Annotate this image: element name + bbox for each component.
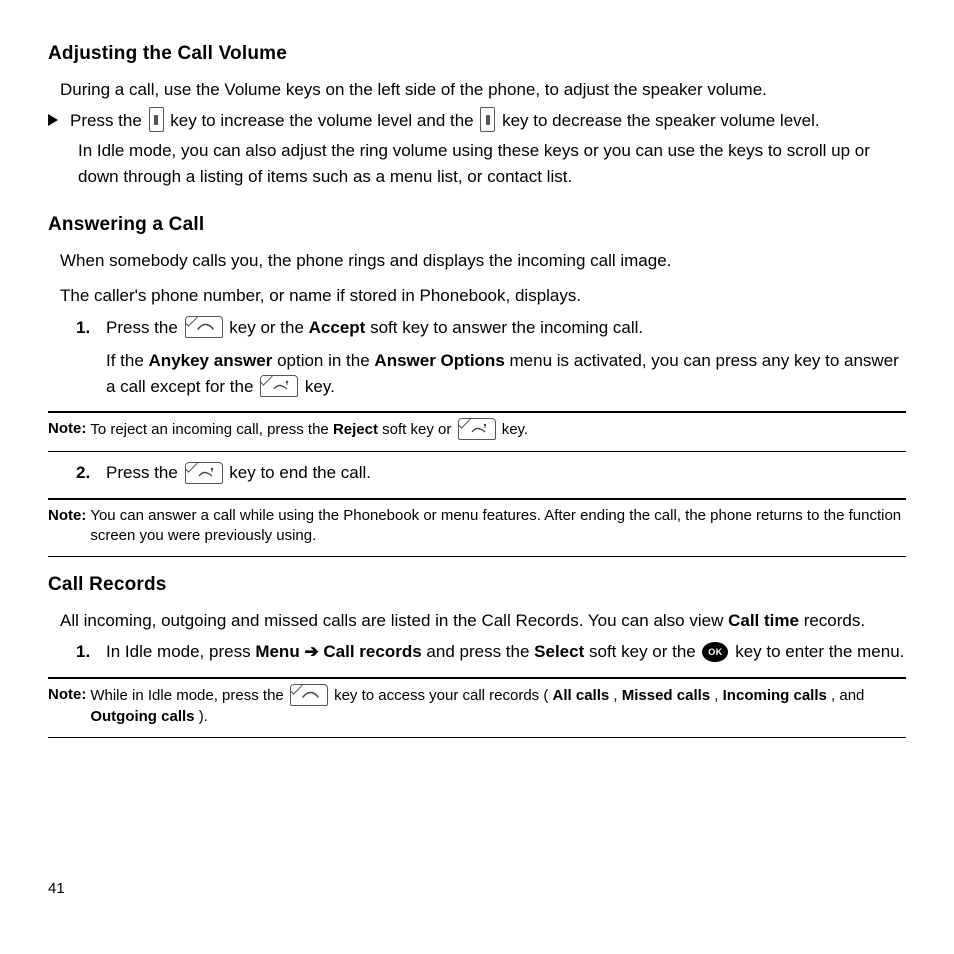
text: records. <box>804 611 865 630</box>
text: To reject an incoming call, press the <box>90 421 333 438</box>
bold-text: Menu <box>255 642 299 661</box>
bold-text: Anykey answer <box>149 351 273 370</box>
text: Press the <box>106 318 183 337</box>
arrow-glyph: ➔ <box>304 642 323 661</box>
note-block: Note: You can answer a call while using … <box>48 506 906 547</box>
note-body: You can answer a call while using the Ph… <box>90 506 906 547</box>
text: , <box>714 686 722 703</box>
bold-text: Missed calls <box>622 686 710 703</box>
body-text: During a call, use the Volume keys on th… <box>60 77 906 103</box>
step-item: 2. Press the key to end the call. <box>76 460 906 486</box>
text: soft key or the <box>589 642 701 661</box>
text: key to access your call records ( <box>334 686 548 703</box>
text: key to end the call. <box>229 463 371 482</box>
text: key to decrease the speaker volume level… <box>502 111 820 130</box>
divider <box>48 498 906 500</box>
step-item: 1. Press the key or the Accept soft key … <box>76 315 906 341</box>
body-text: Press the key to increase the volume lev… <box>70 108 820 134</box>
text: key to increase the volume level and the <box>170 111 478 130</box>
text: In Idle mode, press <box>106 642 255 661</box>
step-item: 1. In Idle mode, press Menu ➔ Call recor… <box>76 639 906 665</box>
step-number: 2. <box>76 460 106 486</box>
body-text: In Idle mode, you can also adjust the ri… <box>78 138 906 189</box>
text: key. <box>305 377 335 396</box>
select-softkey-label: Select <box>534 642 584 661</box>
ok-key-icon: OK <box>702 642 728 662</box>
send-key-icon <box>185 316 223 338</box>
reject-softkey-label: Reject <box>333 421 378 438</box>
bold-text: All calls <box>553 686 610 703</box>
volume-up-key-icon <box>149 107 164 132</box>
divider <box>48 411 906 413</box>
body-text: Press the key or the Accept soft key to … <box>106 315 906 341</box>
body-text: When somebody calls you, the phone rings… <box>60 248 906 274</box>
text: soft key or <box>382 421 455 438</box>
bold-text: Call time <box>728 611 799 630</box>
bold-text: Incoming calls <box>723 686 827 703</box>
heading-adjusting-call-volume: Adjusting the Call Volume <box>48 40 906 69</box>
text: key. <box>502 421 528 438</box>
page-number: 41 <box>48 878 906 901</box>
text: key or the <box>229 318 308 337</box>
body-text: The caller's phone number, or name if st… <box>60 283 906 309</box>
bold-text: Answer Options <box>374 351 504 370</box>
text: option in the <box>277 351 374 370</box>
body-text: In Idle mode, press Menu ➔ Call records … <box>106 639 906 665</box>
text: All incoming, outgoing and missed calls … <box>60 611 728 630</box>
text: ). <box>199 708 208 725</box>
bold-text: Outgoing calls <box>90 708 194 725</box>
bold-text: Call records <box>323 642 421 661</box>
text: Press the <box>106 463 183 482</box>
bullet-arrow-icon <box>48 114 58 126</box>
note-body: To reject an incoming call, press the Re… <box>90 419 906 441</box>
body-text: All incoming, outgoing and missed calls … <box>60 608 906 634</box>
divider <box>48 451 906 452</box>
accept-softkey-label: Accept <box>309 318 366 337</box>
send-key-icon <box>290 684 328 706</box>
body-text: Press the key to end the call. <box>106 460 906 486</box>
note-block: Note: While in Idle mode, press the key … <box>48 685 906 727</box>
bullet-item: Press the key to increase the volume lev… <box>48 108 906 134</box>
note-block: Note: To reject an incoming call, press … <box>48 419 906 441</box>
text: and press the <box>426 642 534 661</box>
heading-answering-a-call: Answering a Call <box>48 211 906 240</box>
note-label: Note: <box>48 506 86 526</box>
step-number: 1. <box>76 639 106 665</box>
text: soft key to answer the incoming call. <box>370 318 643 337</box>
end-key-icon <box>458 418 496 440</box>
end-key-icon <box>185 462 223 484</box>
text: Press the <box>70 111 147 130</box>
heading-call-records: Call Records <box>48 571 906 600</box>
text: , <box>613 686 621 703</box>
text: While in Idle mode, press the <box>90 686 288 703</box>
divider <box>48 677 906 679</box>
text: , and <box>831 686 864 703</box>
text: key to enter the menu. <box>735 642 904 661</box>
body-text: If the Anykey answer option in the Answe… <box>106 348 906 399</box>
note-label: Note: <box>48 419 86 439</box>
note-label: Note: <box>48 685 86 705</box>
divider <box>48 556 906 557</box>
end-key-icon <box>260 375 298 397</box>
divider <box>48 737 906 738</box>
note-body: While in Idle mode, press the key to acc… <box>90 685 906 727</box>
text: If the <box>106 351 149 370</box>
volume-down-key-icon <box>480 107 495 132</box>
step-number: 1. <box>76 315 106 341</box>
